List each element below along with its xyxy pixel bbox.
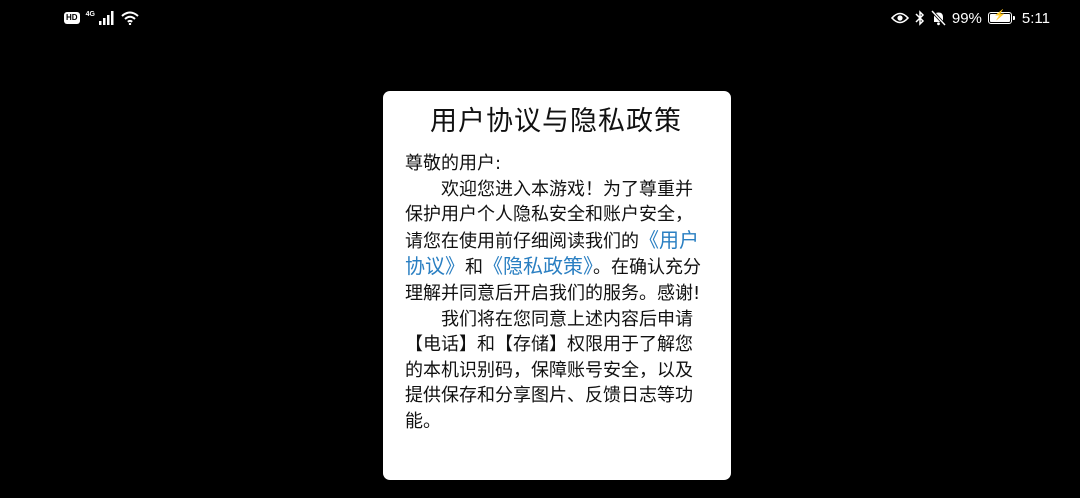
- clock-time: 5:11: [1021, 9, 1050, 27]
- agreement-dialog: 用户协议与隐私政策 尊敬的用户: 欢迎您进入本游戏！为了尊重并保护用户个人隐私安…: [383, 91, 731, 480]
- dialog-title: 用户协议与隐私政策: [430, 106, 682, 137]
- and-text: 和: [465, 257, 483, 279]
- signal-icon: [98, 11, 114, 25]
- mute-bell-icon: [930, 10, 946, 26]
- privacy-policy-link[interactable]: 《隐私政策》: [483, 254, 593, 278]
- status-right: 99% ⚡ 5:11: [890, 8, 1050, 28]
- battery-percent: 99%: [951, 9, 982, 27]
- screen: HD 4G 99% ⚡ 5:11 用户协议与隐私政策 尊敬的用户: 欢迎您进入本…: [0, 0, 1080, 498]
- status-bar: HD 4G 99% ⚡ 5:11: [0, 0, 1080, 36]
- dialog-body[interactable]: 尊敬的用户: 欢迎您进入本游戏！为了尊重并保护用户个人隐私安全和账户安全，请您在…: [405, 151, 707, 435]
- network-type-label: 4G: [85, 10, 95, 18]
- eye-icon: [890, 12, 909, 24]
- paragraph-intro: 欢迎您进入本游戏！为了尊重并保护用户个人隐私安全和账户安全，请您在使用前仔细阅读…: [405, 177, 707, 307]
- bluetooth-icon: [915, 10, 924, 26]
- wifi-icon: [121, 11, 139, 25]
- battery-icon: ⚡: [987, 10, 1015, 24]
- charging-bolt-icon: ⚡: [993, 10, 1007, 21]
- hd-badge: HD: [64, 12, 80, 24]
- paragraph-permissions: 我们将在您同意上述内容后申请【电话】和【存储】权限用于了解您的本机识别码，保障账…: [405, 308, 693, 432]
- status-left: HD 4G: [64, 9, 139, 27]
- greeting: 尊敬的用户:: [405, 153, 502, 174]
